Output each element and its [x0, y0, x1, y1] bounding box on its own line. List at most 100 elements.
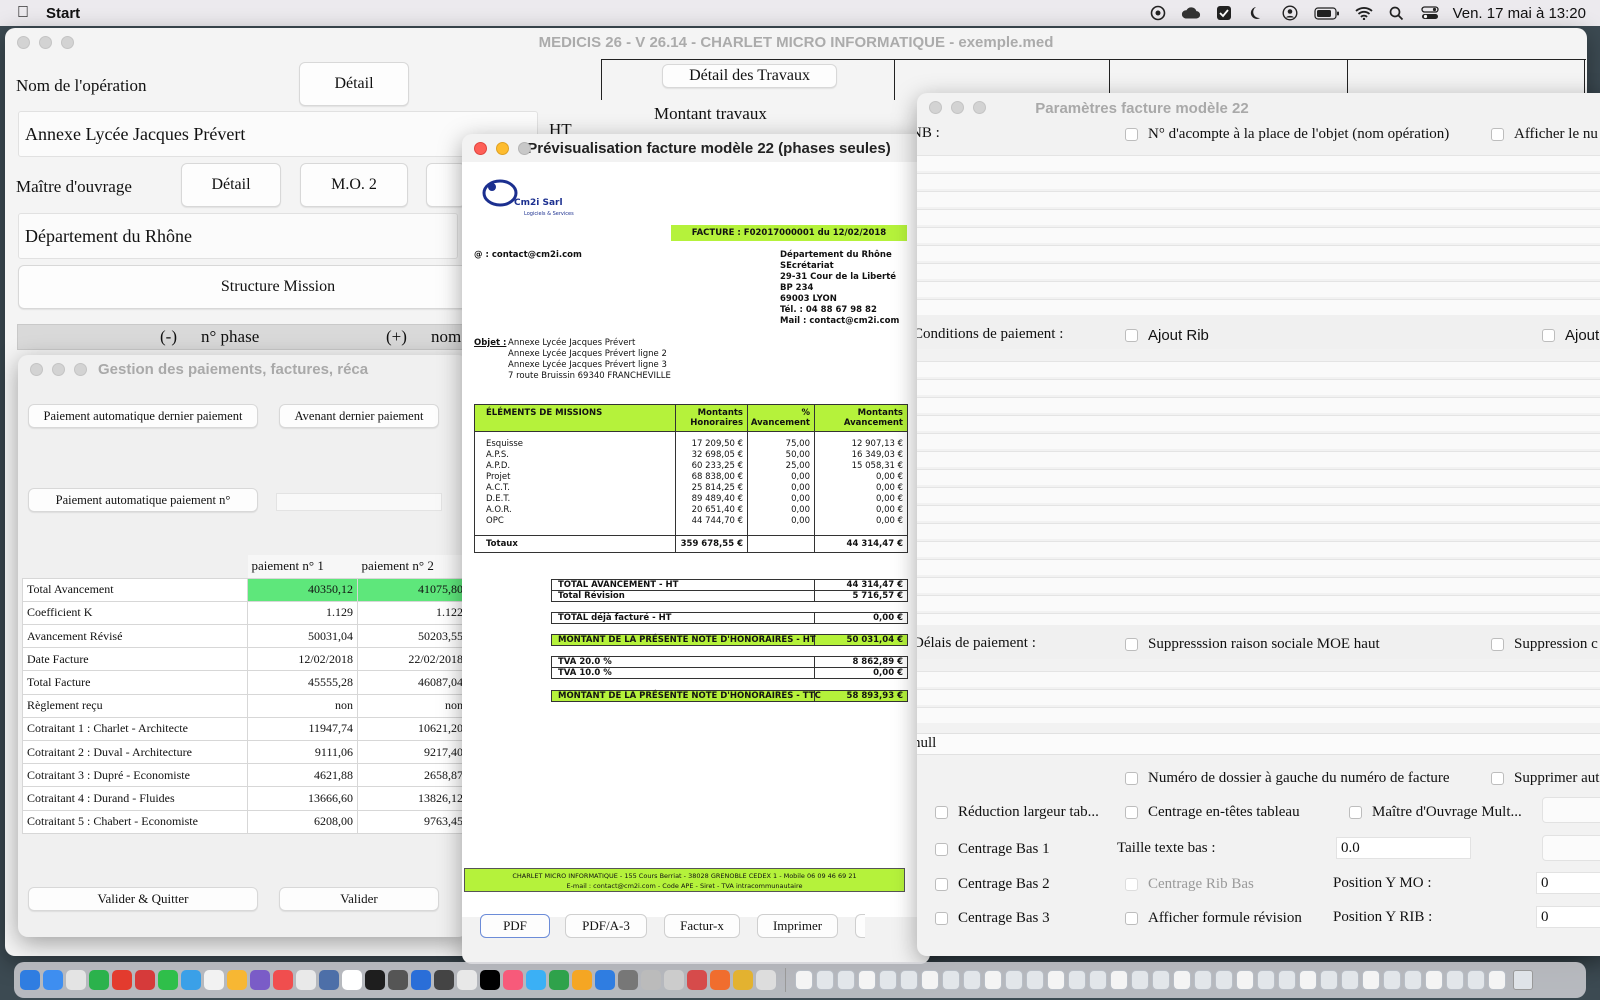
dock-app-icon[interactable] — [480, 970, 500, 990]
cell-payment-1[interactable]: 11947,74 — [247, 716, 358, 742]
null-field[interactable]: null — [917, 733, 1600, 755]
dock-window-thumbnail[interactable] — [1068, 970, 1086, 990]
posrib-input[interactable]: 0 — [1536, 906, 1600, 928]
dock-window-thumbnail[interactable] — [1110, 970, 1128, 990]
dock-app-icon[interactable] — [273, 970, 293, 990]
dock-window-thumbnail[interactable] — [1320, 970, 1338, 990]
mo-mult-checkbox[interactable]: Maître d'Ouvrage Mult... — [1349, 804, 1522, 821]
dock-window-thumbnail[interactable] — [1005, 970, 1023, 990]
dock-window-thumbnail[interactable] — [1467, 970, 1485, 990]
close-button[interactable] — [30, 363, 43, 376]
dock-window-thumbnail[interactable] — [1089, 970, 1107, 990]
dock-window-thumbnail[interactable] — [1215, 970, 1233, 990]
zoom-button[interactable] — [74, 363, 87, 376]
extra-field[interactable] — [1542, 835, 1600, 861]
dock-app-icon[interactable] — [204, 970, 224, 990]
auto-payment-n-button[interactable]: Paiement automatique paiement n° — [28, 488, 258, 512]
dock-app-icon[interactable] — [227, 970, 247, 990]
dock-app-icon[interactable] — [135, 970, 155, 990]
dock-window-thumbnail[interactable] — [1047, 970, 1065, 990]
dock-app-icon[interactable] — [181, 970, 201, 990]
phase-plus-button[interactable]: (+) — [386, 327, 407, 347]
dock-app-icon[interactable] — [664, 970, 684, 990]
cell-payment-2[interactable]: 50203,55 — [357, 624, 468, 649]
cell-payment-2[interactable]: 41075,80 — [357, 577, 468, 602]
search-icon[interactable] — [1387, 5, 1407, 21]
cell-payment-2[interactable]: 2658,87 — [357, 763, 468, 788]
dock-app-icon[interactable] — [733, 970, 753, 990]
cell-payment-1[interactable]: non — [247, 693, 358, 718]
dock-window-thumbnail[interactable] — [1446, 970, 1464, 990]
phase-minus-button[interactable]: (-) — [160, 327, 177, 347]
dock-window-thumbnail[interactable] — [795, 970, 813, 990]
dock-app-icon[interactable] — [89, 970, 109, 990]
dock-app-icon[interactable] — [319, 970, 339, 990]
dock-window-thumbnail[interactable] — [1236, 970, 1254, 990]
payment-col-2[interactable]: paiement n° 2 — [357, 555, 468, 579]
dock-window-thumbnail[interactable] — [984, 970, 1002, 990]
suppr-moe-checkbox[interactable]: Suppresssion raison sociale MOE haut — [1125, 636, 1380, 653]
dock-window-thumbnail[interactable] — [1362, 970, 1380, 990]
dock-window-thumbnail[interactable] — [816, 970, 834, 990]
dock-window-thumbnail[interactable] — [1299, 970, 1317, 990]
cell-payment-2[interactable]: 1.122 — [357, 600, 468, 626]
battery-icon[interactable] — [1313, 5, 1341, 21]
dock-app-icon[interactable] — [687, 970, 707, 990]
datetime[interactable]: Ven. 17 mai à 13:20 — [1453, 5, 1586, 22]
afficher-checkbox[interactable]: Afficher le nu — [1491, 126, 1598, 143]
payment-number-field[interactable] — [276, 493, 442, 511]
centrage-bas-3-checkbox[interactable]: Centrage Bas 3 — [935, 910, 1050, 927]
dock-window-thumbnail[interactable] — [900, 970, 918, 990]
mo-field[interactable]: Département du Rhône — [18, 213, 458, 259]
dock-app-icon[interactable] — [43, 970, 63, 990]
checkbox-icon[interactable] — [1214, 5, 1234, 21]
pdf-button[interactable]: PDF — [480, 914, 550, 938]
minimize-button[interactable] — [39, 36, 52, 49]
user-icon[interactable] — [1280, 5, 1300, 21]
operation-detail-button[interactable]: Détail — [299, 62, 409, 106]
dock-app-icon[interactable] — [641, 970, 661, 990]
dossier-checkbox[interactable]: Numéro de dossier à gauche du numéro de … — [1125, 770, 1450, 787]
cell-payment-1[interactable]: 40350,12 — [247, 577, 358, 602]
dock-app-icon[interactable] — [549, 970, 569, 990]
operation-field[interactable]: Annexe Lycée Jacques Prévert — [18, 111, 538, 157]
dock-window-thumbnail[interactable] — [1152, 970, 1170, 990]
dock-app-icon[interactable] — [112, 970, 132, 990]
dock-app-icon[interactable] — [388, 970, 408, 990]
dock-app-icon[interactable] — [434, 970, 454, 990]
dock-app-icon[interactable] — [595, 970, 615, 990]
mo2-button[interactable]: M.O. 2 — [300, 163, 408, 207]
centrage-entetes-checkbox[interactable]: Centrage en-têtes tableau — [1125, 804, 1300, 821]
ajout-checkbox[interactable]: Ajout — [1542, 327, 1599, 344]
dock-window-thumbnail[interactable] — [1194, 970, 1212, 990]
dock-window-thumbnail[interactable] — [1341, 970, 1359, 990]
validate-button[interactable]: Valider — [279, 887, 439, 911]
dock-app-icon[interactable] — [365, 970, 385, 990]
cell-payment-1[interactable]: 4621,88 — [247, 763, 358, 788]
cell-payment-2[interactable]: 9763,45 — [357, 809, 468, 834]
dock-window-thumbnail[interactable] — [1425, 970, 1443, 990]
validate-quit-button[interactable]: Valider & Quitter — [28, 887, 258, 911]
centrage-bas-2-checkbox[interactable]: Centrage Bas 2 — [935, 876, 1050, 893]
cell-payment-1[interactable]: 9111,06 — [247, 739, 358, 765]
zoom-button[interactable] — [61, 36, 74, 49]
dock-window-thumbnail[interactable] — [942, 970, 960, 990]
apple-icon[interactable]:  — [0, 4, 46, 22]
dock-window-thumbnail[interactable] — [879, 970, 897, 990]
formule-checkbox[interactable]: Afficher formule révision — [1125, 910, 1302, 927]
more-button[interactable] — [855, 914, 865, 938]
dock-app-icon[interactable] — [526, 970, 546, 990]
dock-app-icon[interactable] — [250, 970, 270, 990]
minimize-button[interactable] — [951, 101, 964, 114]
amend-last-payment-button[interactable]: Avenant dernier paiement — [279, 404, 439, 428]
minimize-button[interactable] — [52, 363, 65, 376]
facturx-button[interactable]: Factur-x — [664, 914, 740, 938]
dock-window-thumbnail[interactable] — [1173, 970, 1191, 990]
dock-window-thumbnail[interactable] — [1383, 970, 1401, 990]
dock-window-thumbnail[interactable] — [837, 970, 855, 990]
dock-app-icon[interactable] — [618, 970, 638, 990]
mo-mult-field[interactable] — [1542, 797, 1600, 823]
posmo-input[interactable]: 0 — [1536, 872, 1600, 894]
reduction-checkbox[interactable]: Réduction largeur tab... — [935, 804, 1099, 821]
mo3-button[interactable] — [426, 163, 466, 207]
